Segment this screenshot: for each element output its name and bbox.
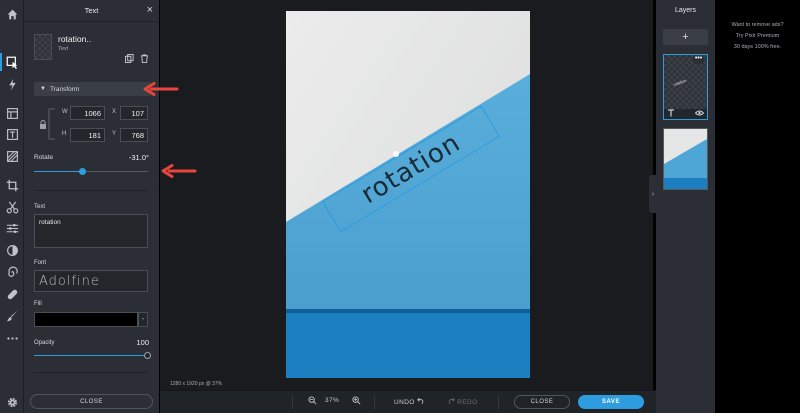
redo-label: REDO [457, 399, 478, 406]
texture-icon[interactable] [2, 146, 22, 166]
magic-icon[interactable] [2, 74, 22, 94]
layer-thumbnail [34, 34, 52, 60]
divider [292, 395, 293, 409]
transform-section-toggle[interactable]: ▼ Transform [34, 82, 151, 96]
cut-icon[interactable] [2, 197, 22, 217]
opacity-label: Opacity [34, 340, 55, 346]
layers-title: Layers [674, 7, 696, 14]
fill-options-button[interactable]: - [138, 312, 148, 327]
home-icon[interactable] [2, 4, 22, 24]
layer-thumbnail [664, 129, 707, 189]
divider [34, 372, 148, 373]
aspect-link-icon [48, 108, 55, 140]
liquify-icon[interactable] [2, 262, 22, 282]
close-icon[interactable]: × [147, 4, 153, 16]
text-layer-icon [667, 109, 675, 119]
brush-icon[interactable] [2, 305, 22, 325]
annotation-arrow [161, 164, 197, 178]
opacity-slider-handle[interactable] [144, 352, 151, 359]
divider [374, 395, 375, 409]
rotation-handle[interactable] [393, 151, 399, 157]
adjust-icon[interactable] [2, 218, 22, 238]
width-label: W [62, 109, 68, 115]
chevron-down-icon: ▼ [40, 86, 46, 92]
heal-icon[interactable] [2, 284, 22, 304]
ad-line: 30 days 100% free. [733, 44, 782, 50]
undo-button[interactable]: UNDO [394, 397, 425, 406]
layer-menu-icon[interactable]: ••• [693, 55, 704, 64]
pixlr-editor: Text × rotation.. Text ▼ Transform W 106… [0, 0, 800, 413]
undo-icon [417, 397, 424, 405]
annotation-arrow [143, 82, 179, 96]
opacity-slider[interactable] [34, 352, 151, 359]
left-toolbar [0, 0, 24, 413]
zoom-out-icon[interactable] [308, 396, 317, 407]
width-field[interactable]: 1066 [70, 106, 105, 120]
divider [34, 190, 148, 191]
y-label: Y [112, 131, 117, 137]
x-label: X [112, 109, 117, 115]
panel-header: Text × [24, 0, 159, 22]
font-label: Font [34, 260, 47, 266]
layer-name: rotation.. [58, 34, 92, 44]
text-label: Text [34, 204, 46, 210]
height-label: H [62, 131, 67, 137]
fill-color-swatch[interactable] [34, 312, 138, 327]
ad-text: Want to remove ads? Try Pixlr Premium 30… [715, 20, 800, 53]
opacity-value[interactable]: 100 [136, 338, 149, 347]
rotate-label: Rotate [34, 154, 54, 161]
redo-button[interactable]: REDO [447, 397, 478, 406]
ad-line: Try Pixlr Premium [735, 33, 780, 39]
rotate-value[interactable]: -31.0° [129, 153, 149, 162]
canvas-size-info: 1280 x 1920 px @ 37% [170, 381, 223, 387]
close-button[interactable]: CLOSE [514, 395, 570, 409]
layer-type: Text [58, 46, 69, 52]
more-icon[interactable] [2, 328, 22, 348]
redo-icon [448, 397, 455, 405]
layer-footer [664, 109, 707, 119]
rotate-slider-handle[interactable] [79, 168, 86, 175]
duplicate-icon[interactable] [125, 54, 134, 65]
arrange-icon[interactable] [0, 52, 22, 72]
zoom-level: 37% [325, 397, 340, 404]
add-layer-button[interactable]: + [663, 29, 708, 45]
text-properties-panel: Text × rotation.. Text ▼ Transform W 106… [24, 0, 159, 413]
layer-thumb-text: rotation [672, 77, 687, 88]
fill-label: Fill [34, 301, 42, 307]
visibility-eye-icon[interactable] [694, 110, 705, 118]
ad-banner[interactable]: Want to remove ads? Try Pixlr Premium 30… [715, 0, 800, 413]
text-tool-icon[interactable] [2, 124, 22, 144]
crop-icon[interactable] [2, 175, 22, 195]
ad-line: Want to remove ads? [731, 22, 784, 28]
layer-item-background[interactable] [663, 128, 708, 190]
delete-icon[interactable] [140, 54, 149, 65]
canvas-area[interactable]: rotation 1280 x 1920 px @ 37% [160, 0, 653, 390]
filter-icon[interactable] [2, 240, 22, 260]
x-field[interactable]: 107 [120, 106, 148, 120]
rotate-slider[interactable] [34, 168, 148, 175]
settings-icon[interactable] [2, 392, 22, 412]
layers-panel: Layers + rotation ••• [656, 0, 715, 413]
document-canvas[interactable]: rotation [286, 11, 530, 378]
layer-item-text[interactable]: rotation ••• [663, 54, 708, 120]
undo-label: UNDO [394, 399, 415, 406]
height-field[interactable]: 181 [70, 128, 105, 142]
text-content-field[interactable]: rotation [34, 214, 148, 248]
bottom-bar: 37% UNDO REDO CLOSE SAVE [160, 390, 656, 413]
transform-label: Transform [49, 85, 80, 93]
divider [498, 395, 499, 409]
panel-close-button[interactable]: CLOSE [30, 394, 153, 409]
save-button[interactable]: SAVE [578, 395, 644, 409]
photo-image [286, 11, 530, 378]
font-selector[interactable]: Adolfine [34, 270, 148, 292]
panel-title: Text [84, 6, 99, 15]
rotate-slider-fill [34, 171, 82, 172]
y-field[interactable]: 768 [120, 128, 148, 142]
zoom-in-icon[interactable] [352, 396, 361, 407]
layout-icon[interactable] [2, 103, 22, 123]
